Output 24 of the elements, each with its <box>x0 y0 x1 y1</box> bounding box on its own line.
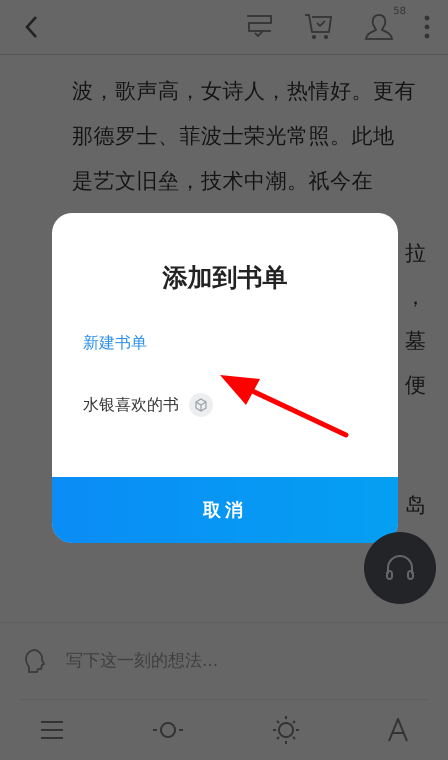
cube-icon <box>189 393 213 417</box>
booklist-item[interactable]: 水银喜欢的书 <box>83 392 179 418</box>
menu-icon[interactable] <box>40 720 64 740</box>
create-booklist-link[interactable]: 新建书单 <box>83 330 147 356</box>
book-text-line: 那德罗士、菲波士荣光常照。此地 <box>72 123 396 150</box>
dialog-title: 添加到书单 <box>161 262 288 294</box>
progress-icon[interactable] <box>152 720 184 740</box>
brightness-icon[interactable] <box>272 715 300 745</box>
head-icon <box>24 648 46 674</box>
book-text-line: 是艺文旧垒，技术中潮。祇今在 <box>72 168 374 195</box>
book-text-fragment: 岛 <box>405 492 426 519</box>
chat-check-icon[interactable] <box>244 14 274 40</box>
book-text-fragment: 便 <box>405 372 426 399</box>
cancel-button[interactable]: 取消 <box>52 477 398 543</box>
book-text-line: 波，歌声高，女诗人，热情好。更有 <box>72 78 417 105</box>
cart-icon[interactable] <box>304 13 334 41</box>
back-icon[interactable] <box>24 15 38 39</box>
book-text-fragment: ， <box>405 284 426 311</box>
headphones-icon <box>385 554 415 582</box>
more-icon[interactable] <box>424 15 430 39</box>
book-text-fragment: 墓 <box>405 328 426 355</box>
book-text-fragment: 拉 <box>405 240 426 267</box>
user-icon[interactable] <box>364 12 394 42</box>
font-icon[interactable] <box>388 718 408 742</box>
